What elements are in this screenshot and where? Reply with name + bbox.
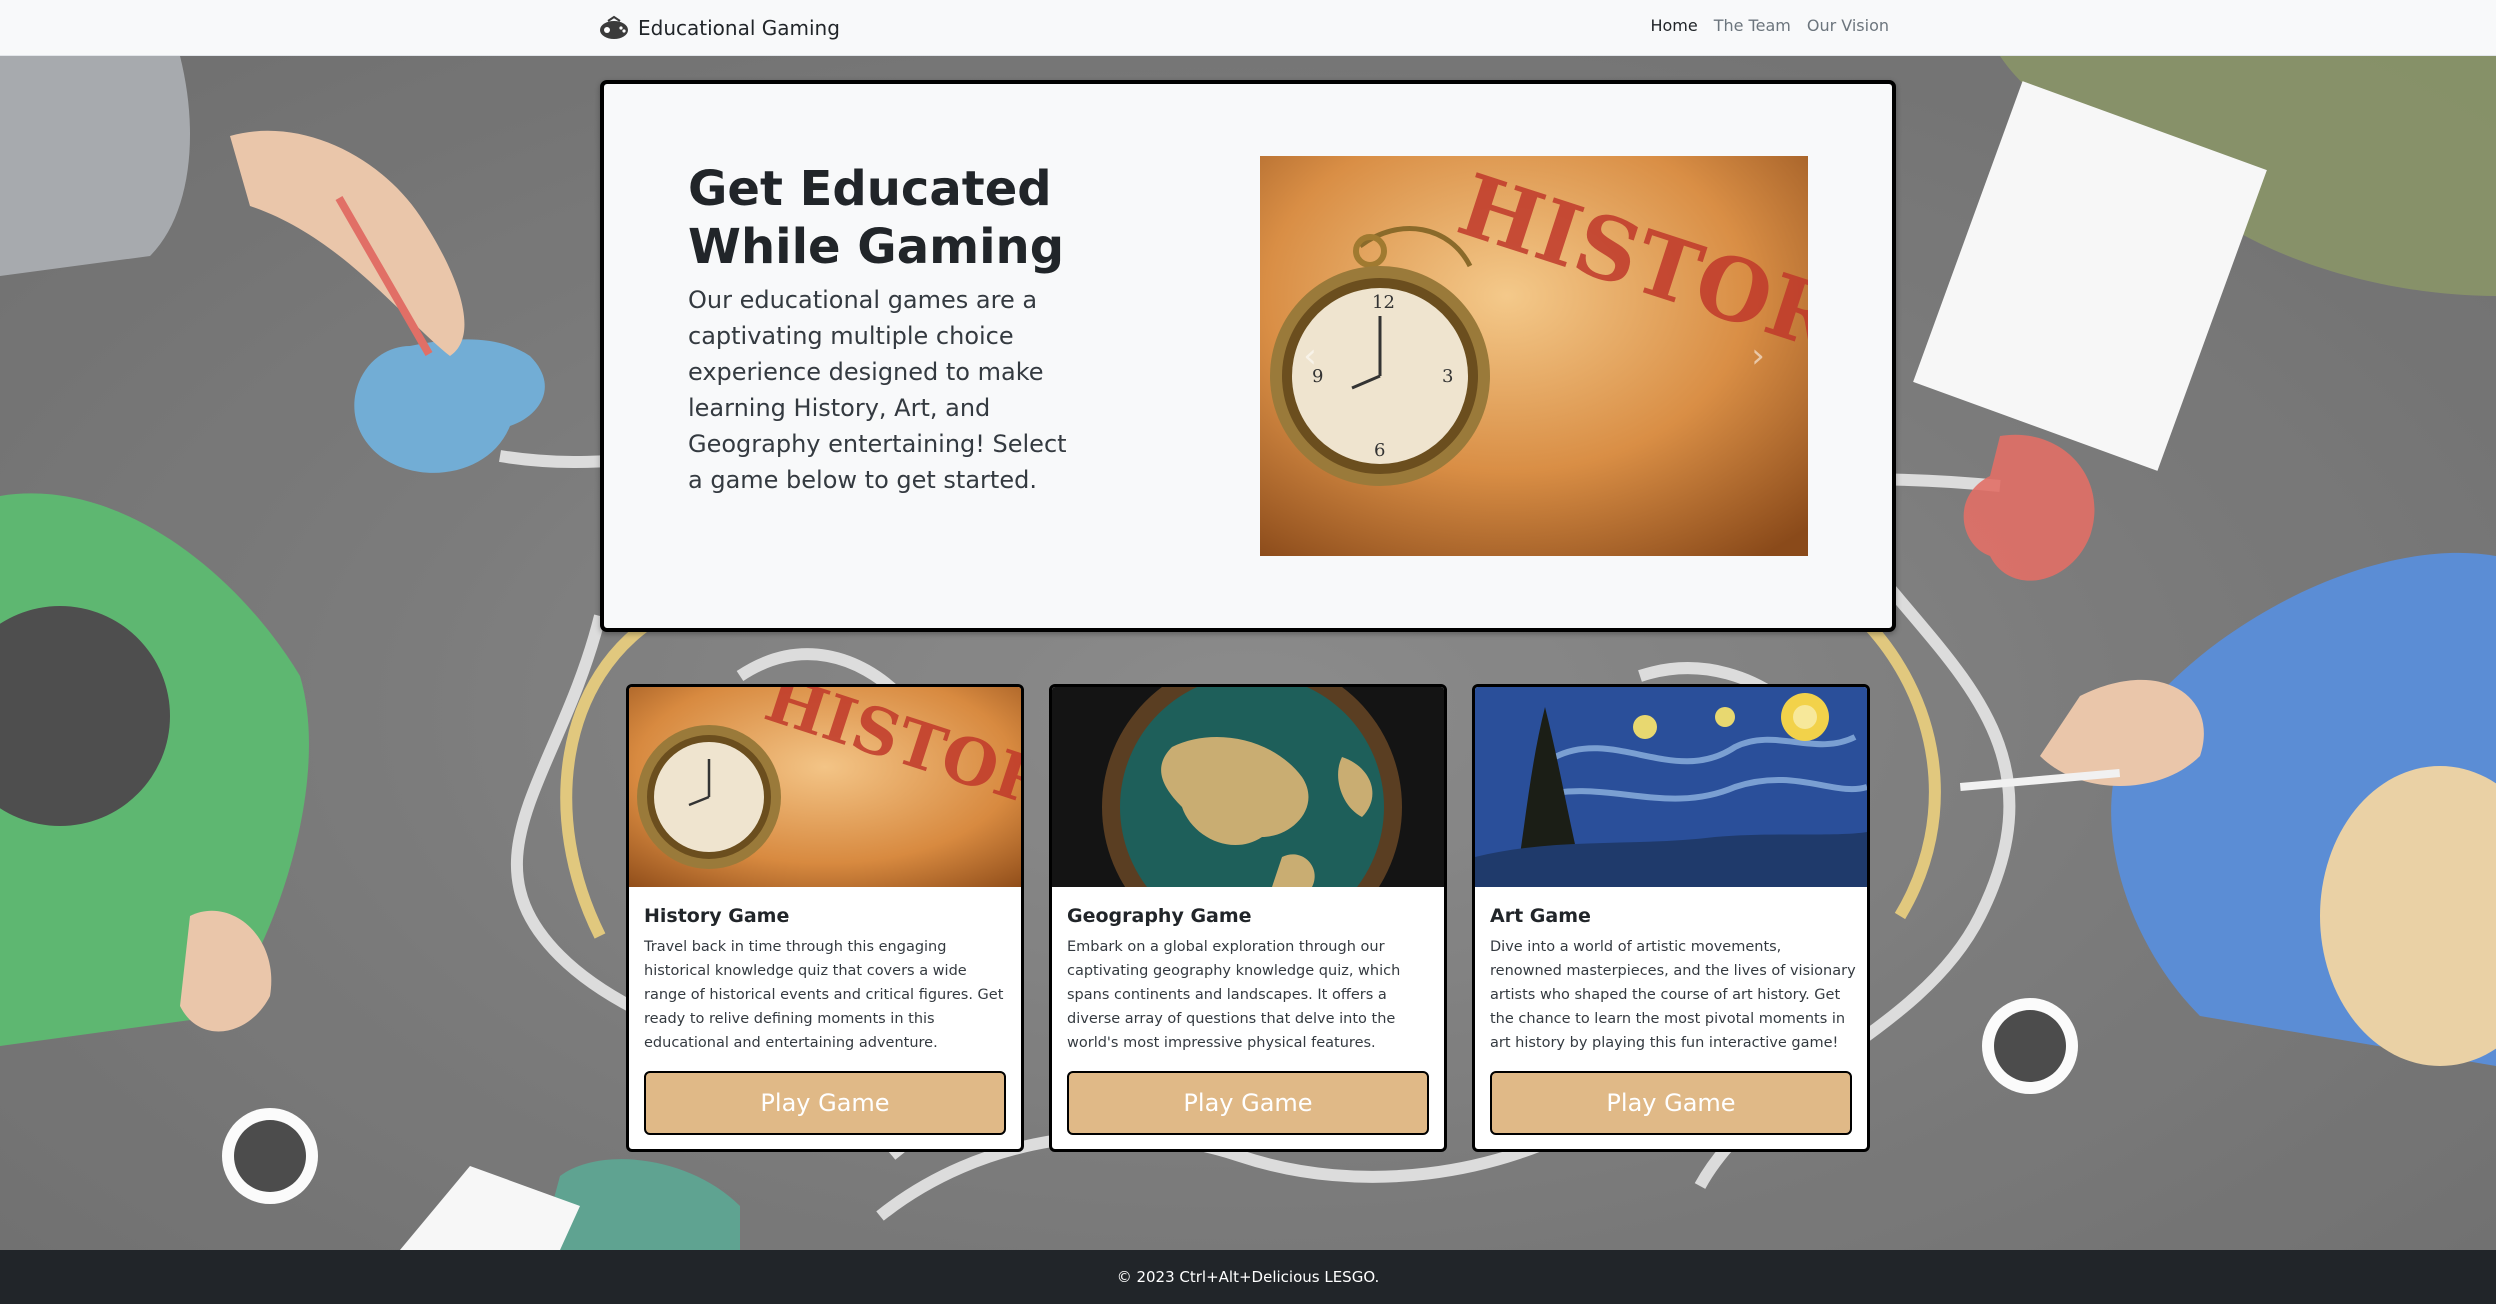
svg-text:6: 6: [1374, 440, 1385, 461]
nav-the-team[interactable]: The Team: [1714, 16, 1791, 35]
chevron-right-icon: ›: [1751, 336, 1765, 376]
geography-game-card: Geography Game Embark on a global explor…: [1049, 684, 1447, 1152]
nav-home[interactable]: Home: [1650, 16, 1697, 35]
art-game-card: Art Game Dive into a world of artistic m…: [1472, 684, 1870, 1152]
svg-text:12: 12: [1372, 292, 1395, 313]
history-game-card: HISTORY History Game Travel back in time…: [626, 684, 1024, 1152]
history-card-image: HISTORY: [629, 687, 1021, 887]
hero-description: Our educational games are a captivating …: [688, 286, 1067, 494]
chevron-left-icon: ‹: [1303, 336, 1317, 376]
history-play-game-button[interactable]: Play Game: [644, 1071, 1006, 1135]
footer-copyright: © 2023 Ctrl+Alt+Delicious LESGO.: [1116, 1268, 1380, 1286]
art-card-image: [1475, 687, 1867, 887]
gamepad-logo-icon: [600, 15, 628, 39]
carousel-prev-button[interactable]: ‹: [1290, 328, 1330, 384]
navbar: Educational Gaming Home The Team Our Vis…: [0, 0, 2496, 56]
hero-carousel[interactable]: HISTORY 12 3 69 ‹ ›: [1260, 156, 1808, 556]
geography-card-text: Embark on a global exploration through o…: [1067, 939, 1401, 1051]
history-card-text: Travel back in time through this engagin…: [644, 939, 1004, 1051]
geography-play-game-button[interactable]: Play Game: [1067, 1071, 1429, 1135]
brand-link[interactable]: Educational Gaming: [598, 12, 840, 44]
svg-text:3: 3: [1442, 366, 1453, 387]
art-card-text: Dive into a world of artistic movements,…: [1490, 939, 1856, 1051]
art-card-title: Art Game: [1490, 905, 1591, 927]
brand-text: Educational Gaming: [638, 16, 840, 40]
history-card-title: History Game: [644, 905, 790, 927]
art-play-game-button[interactable]: Play Game: [1490, 1071, 1852, 1135]
nav-our-vision[interactable]: Our Vision: [1807, 16, 1889, 35]
footer: © 2023 Ctrl+Alt+Delicious LESGO.: [0, 1250, 2496, 1304]
geography-card-image: [1052, 687, 1444, 887]
history-pocketwatch-image: HISTORY 123 69: [1260, 156, 1808, 556]
nav-links: Home The Team Our Vision: [1650, 16, 1889, 35]
hero-title: Get Educated While Gaming: [688, 161, 1065, 275]
hero-panel: Get Educated While Gaming Our educationa…: [600, 80, 1896, 632]
carousel-next-button[interactable]: ›: [1738, 328, 1778, 384]
geography-card-title: Geography Game: [1067, 905, 1252, 927]
